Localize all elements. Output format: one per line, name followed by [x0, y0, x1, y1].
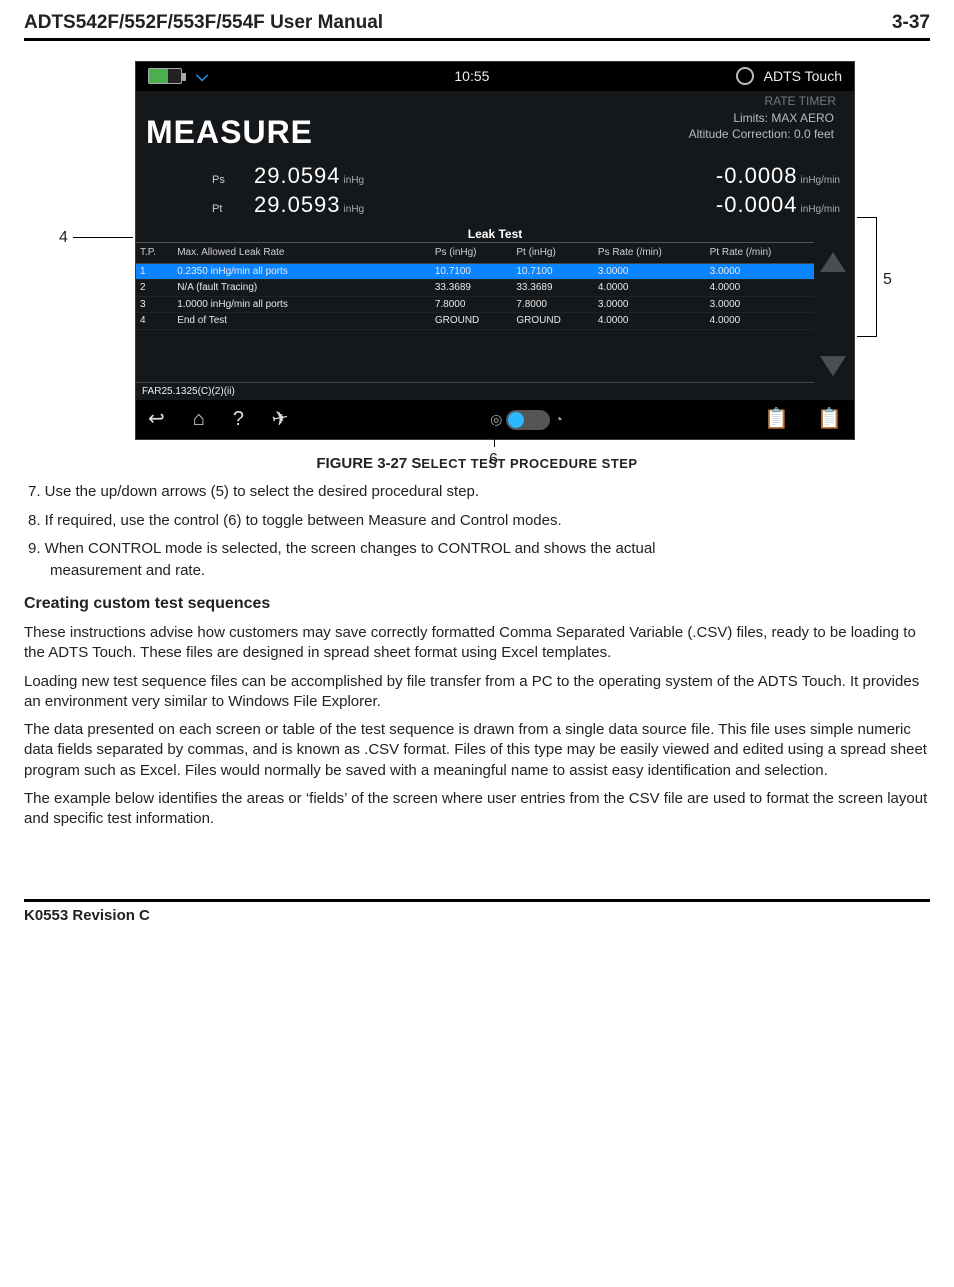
- col-pt: Pt (inHg): [512, 243, 594, 263]
- table-row[interactable]: 4 End of Test GROUND GROUND 4.0000 4.000…: [136, 313, 814, 330]
- airplane-icon[interactable]: ✈: [270, 405, 291, 435]
- col-ptr: Pt Rate (/min): [706, 243, 814, 263]
- test-reference-line: FAR25.1325(C)(2)(ii): [136, 382, 814, 401]
- pt-label: Pt: [212, 202, 232, 217]
- step-7: 7. Use the up/down arrows (5) to select …: [28, 482, 930, 502]
- callout-5-bracket: [857, 217, 877, 337]
- col-ps: Ps (inHg): [431, 243, 513, 263]
- ps-value: 29.0594: [254, 163, 341, 188]
- table-row[interactable]: 3 1.0000 inHg/min all ports 7.8000 7.800…: [136, 296, 814, 313]
- measure-mode-label: MEASURE: [146, 111, 313, 154]
- table-row[interactable]: 1 0.2350 inHg/min all ports 10.7100 10.7…: [136, 263, 814, 280]
- table-row[interactable]: 2 N/A (fault Tracing) 33.3689 33.3689 4.…: [136, 280, 814, 297]
- subsection-heading: Creating custom test sequences: [24, 593, 930, 615]
- ps-unit: inHg: [344, 175, 365, 186]
- step-up-button[interactable]: [820, 252, 846, 272]
- body-paragraph-2: Loading new test sequence files can be a…: [24, 672, 930, 713]
- col-tp: T.P.: [136, 243, 173, 263]
- ps-label: Ps: [212, 173, 232, 188]
- page-number: 3-37: [892, 10, 930, 36]
- callout-6-line: [494, 423, 495, 447]
- status-bar: ⌵ 10:55 ADTS Touch: [136, 62, 854, 92]
- pt-value: 29.0593: [254, 192, 341, 217]
- home-icon[interactable]: ⌂: [193, 406, 205, 433]
- toggle-switch-icon: [506, 410, 550, 430]
- leak-test-title: Leak Test: [136, 224, 854, 242]
- mode-toggle[interactable]: ◎ ◔: [490, 410, 563, 430]
- callout-6: 6: [489, 449, 498, 471]
- pt-rate-value: -0.0004: [716, 192, 798, 217]
- rate-timer-label[interactable]: RATE TIMER: [136, 91, 854, 109]
- step-9-line1: 9. When CONTROL mode is selected, the sc…: [28, 539, 930, 559]
- figure-area: 4 5 ⌵ 10:55 ADTS Touch RATE TIMER MEASUR…: [57, 61, 897, 441]
- limits-line: Limits: MAX AERO: [689, 111, 834, 127]
- page-footer: K0553 Revision C: [24, 899, 930, 926]
- bluetooth-icon: ⌵: [196, 66, 208, 88]
- ps-rate-unit: inHg/min: [801, 175, 840, 186]
- step-down-button[interactable]: [820, 356, 846, 376]
- body-paragraph-1: These instructions advise how customers …: [24, 623, 930, 664]
- nav-bar: ↩ ⌂ ? ✈ ◎ ◔ 📋 📋: [136, 400, 854, 439]
- battery-icon: [148, 68, 182, 84]
- col-psr: Ps Rate (/min): [594, 243, 706, 263]
- pt-rate-unit: inHg/min: [801, 204, 840, 215]
- leak-test-table: T.P. Max. Allowed Leak Rate Ps (inHg) Pt…: [136, 242, 814, 400]
- figure-caption-rest: ELECT TEST PROCEDURE STEP: [421, 456, 637, 471]
- step-9-line2: measurement and rate.: [50, 561, 930, 581]
- doc-title: ADTS542F/552F/553F/554F User Manual: [24, 10, 383, 36]
- callout-5: 5: [883, 269, 892, 291]
- revision-label: K0553 Revision C: [24, 907, 150, 924]
- readings-block: Ps 29.0594inHg -0.0008inHg/min Pt 29.059…: [136, 159, 854, 224]
- callout-4: 4: [59, 227, 68, 249]
- body-paragraph-4: The example below identifies the areas o…: [24, 789, 930, 830]
- gauge-icon: ◔: [554, 410, 562, 429]
- figure-caption-prefix: FIGURE 3-27 S: [316, 455, 421, 472]
- step-8: 8. If required, use the control (6) to t…: [28, 511, 930, 531]
- clock-time: 10:55: [454, 67, 489, 86]
- col-max: Max. Allowed Leak Rate: [173, 243, 431, 263]
- callout-4-line: [73, 237, 133, 238]
- body-paragraph-3: The data presented on each screen or tab…: [24, 720, 930, 781]
- figure-caption: FIGURE 3-27 SELECT TEST PROCEDURE STEP: [24, 454, 930, 474]
- clipboard-search-icon[interactable]: 📋: [764, 406, 789, 433]
- page-header: ADTS542F/552F/553F/554F User Manual 3-37: [24, 10, 930, 41]
- alt-correction-line: Altitude Correction: 0.0 feet: [689, 127, 834, 143]
- target-icon: ◎: [490, 410, 502, 429]
- brand-label: ADTS Touch: [764, 67, 842, 86]
- device-screen: ⌵ 10:55 ADTS Touch RATE TIMER MEASURE Li…: [135, 61, 855, 441]
- clipboard-check-icon[interactable]: 📋: [817, 406, 842, 433]
- back-icon[interactable]: ↩: [148, 406, 165, 433]
- ge-logo-icon: [736, 67, 754, 85]
- ps-rate-value: -0.0008: [716, 163, 798, 188]
- pt-unit: inHg: [344, 204, 365, 215]
- help-icon[interactable]: ?: [233, 406, 244, 433]
